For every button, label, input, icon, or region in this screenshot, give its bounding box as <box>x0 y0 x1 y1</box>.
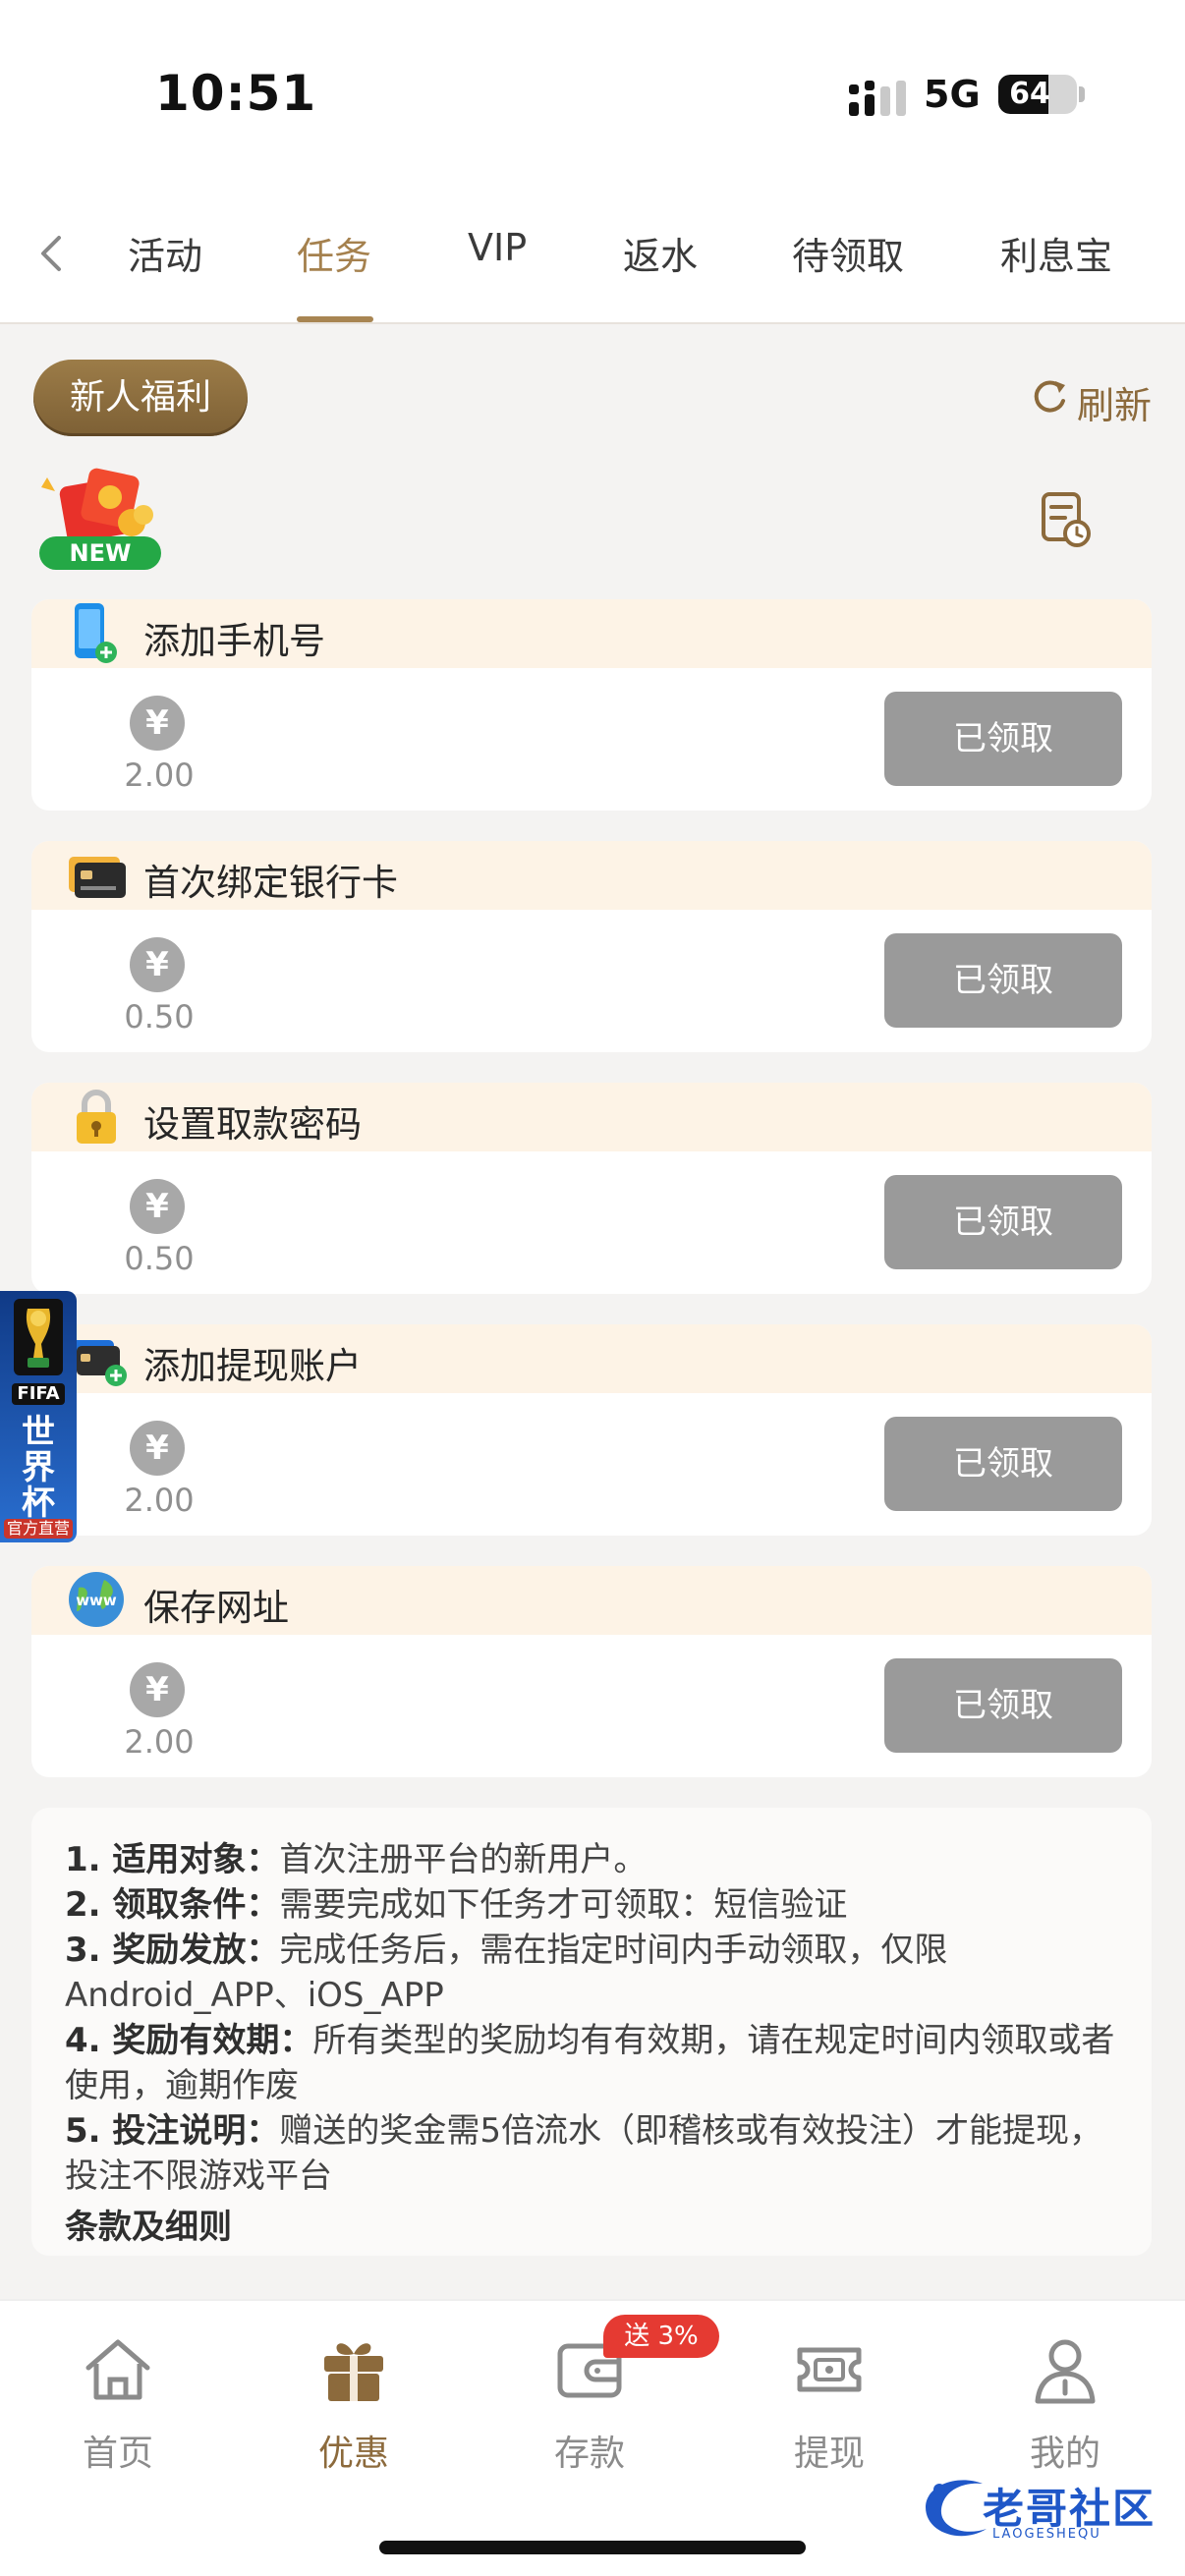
chevron-left-icon[interactable] <box>29 224 79 283</box>
signal-icon <box>849 81 906 116</box>
rule-label: 5. 投注说明： <box>65 2111 280 2151</box>
lock-icon <box>77 1090 116 1144</box>
task-title: 添加提现账户 <box>143 1345 362 1387</box>
watermark-subtext: LAOGESHEQU <box>992 2527 1101 2542</box>
world-cup-subtitle: 官方直营 <box>4 1519 73 1539</box>
task-card-header: www 保存网址 <box>31 1566 1152 1635</box>
home-indicator[interactable] <box>379 2541 806 2554</box>
task-card-header: 首次绑定银行卡 <box>31 841 1152 910</box>
svg-text:www: www <box>76 1592 117 1609</box>
nav-withdraw[interactable]: 提现 <box>751 2332 908 2490</box>
nav-profile[interactable]: 我的 <box>987 2332 1144 2490</box>
world-cup-title: 世界杯 <box>22 1413 55 1523</box>
tab-interest[interactable]: 利息宝 <box>1000 226 1112 280</box>
tab-tasks[interactable]: 任务 <box>297 226 371 280</box>
terms-link[interactable]: 条款及细则 <box>65 2203 1118 2252</box>
rule-text: 首次注册平台的新用户。 <box>279 1840 648 1879</box>
record-clock-icon[interactable] <box>1040 491 1093 548</box>
withdraw-ticket-icon <box>797 2347 862 2392</box>
task-card: 添加手机号 ¥ 2.00 已领取 <box>31 599 1152 811</box>
task-reward-amount: 2.00 <box>124 1482 195 1519</box>
refresh-icon[interactable] <box>1030 375 1069 419</box>
phone-add-icon <box>75 603 117 663</box>
battery-tip <box>1079 86 1085 102</box>
nav-label: 提现 <box>793 2434 865 2474</box>
yuan-coin-icon: ¥ <box>130 1662 185 1717</box>
nav-home[interactable]: 首页 <box>39 2332 197 2490</box>
nav-promotions[interactable]: 优惠 <box>275 2332 432 2490</box>
task-title: 添加手机号 <box>143 620 325 662</box>
rule-item: 4. 奖励有效期：所有类型的奖励均有有效期，请在规定时间内领取或者使用，逾期作废 <box>65 2018 1118 2108</box>
rule-label: 2. 领取条件： <box>65 1885 280 1925</box>
task-reward-amount: 0.50 <box>124 998 195 1036</box>
task-title: 设置取款密码 <box>143 1103 362 1146</box>
globe-icon: www <box>69 1572 124 1627</box>
rule-item: 5. 投注说明：赠送的奖金需5倍流水（即稽核或有效投注）才能提现，投注不限游戏平… <box>65 2108 1118 2199</box>
yuan-coin-icon: ¥ <box>130 1179 185 1234</box>
task-card: 首次绑定银行卡 ¥ 0.50 已领取 <box>31 841 1152 1052</box>
task-card: 设置取款密码 ¥ 0.50 已领取 <box>31 1083 1152 1294</box>
task-reward-amount: 2.00 <box>124 756 195 794</box>
rule-item: 3. 奖励发放：完成任务后，需在指定时间内手动领取，仅限Android_APP、… <box>65 1928 1118 2018</box>
tab-vip[interactable]: VIP <box>468 226 527 269</box>
fifa-logo: FIFA <box>12 1383 65 1405</box>
red-envelope-new-icon: NEW <box>39 468 161 570</box>
task-card-header: 添加手机号 <box>31 599 1152 668</box>
status-bar: 10:51 5G 64 <box>0 0 1185 196</box>
network-type: 5G <box>924 73 981 116</box>
claimed-button[interactable]: 已领取 <box>884 1417 1122 1511</box>
bank-card-icon <box>69 857 126 898</box>
newcomer-benefit-pill[interactable]: 新人福利 <box>33 360 248 436</box>
new-tag: NEW <box>70 539 132 567</box>
rule-label: 4. 奖励有效期： <box>65 2021 313 2060</box>
refresh-button[interactable]: 刷新 <box>1077 375 1152 429</box>
gift-icon <box>324 2343 383 2401</box>
task-title: 首次绑定银行卡 <box>143 862 398 904</box>
claimed-button[interactable]: 已领取 <box>884 1175 1122 1269</box>
world-cup-floating-badge[interactable]: FIFA 世界杯 官方直营 <box>0 1291 77 1542</box>
rule-text: 需要完成如下任务才可领取：短信验证 <box>279 1885 848 1925</box>
task-card-header: 设置取款密码 <box>31 1083 1152 1151</box>
task-card: 添加提现账户 ¥ 2.00 已领取 <box>31 1324 1152 1536</box>
tab-pending[interactable]: 待领取 <box>792 226 904 280</box>
claimed-button[interactable]: 已领取 <box>884 1658 1122 1753</box>
rule-label: 3. 奖励发放： <box>65 1931 280 1970</box>
claimed-button[interactable]: 已领取 <box>884 933 1122 1028</box>
task-reward-amount: 0.50 <box>124 1240 195 1277</box>
rule-label: 1. 适用对象： <box>65 1840 280 1879</box>
yuan-coin-icon: ¥ <box>130 696 185 751</box>
battery-level: 64 <box>1009 77 1050 111</box>
tab-bar: 活动 任务 VIP 返水 待领取 利息宝 <box>0 196 1185 324</box>
nav-label: 存款 <box>553 2434 625 2474</box>
tab-active-indicator <box>297 316 373 322</box>
nav-label: 首页 <box>82 2434 153 2474</box>
battery-icon: 64 <box>998 75 1077 114</box>
trophy-icon <box>14 1299 63 1375</box>
deposit-bonus-badge: 送 3% <box>603 2315 719 2358</box>
tab-rebate[interactable]: 返水 <box>623 226 698 280</box>
rule-item: 1. 适用对象：首次注册平台的新用户。 <box>65 1837 1118 1882</box>
yuan-coin-icon: ¥ <box>130 937 185 992</box>
task-reward-amount: 2.00 <box>124 1723 195 1761</box>
rule-item: 2. 领取条件：需要完成如下任务才可领取：短信验证 <box>65 1882 1118 1928</box>
nav-label: 优惠 <box>317 2434 389 2474</box>
tab-activity[interactable]: 活动 <box>128 226 202 280</box>
claimed-button[interactable]: 已领取 <box>884 692 1122 786</box>
user-icon <box>1035 2339 1096 2404</box>
task-card: www 保存网址 ¥ 2.00 已领取 <box>31 1566 1152 1777</box>
yuan-coin-icon: ¥ <box>130 1421 185 1476</box>
task-card-header: 添加提现账户 <box>31 1324 1152 1393</box>
rules-box: 1. 适用对象：首次注册平台的新用户。 2. 领取条件：需要完成如下任务才可领取… <box>31 1808 1152 2256</box>
status-time: 10:51 <box>155 65 317 122</box>
home-icon <box>85 2339 150 2400</box>
task-title: 保存网址 <box>143 1587 289 1629</box>
